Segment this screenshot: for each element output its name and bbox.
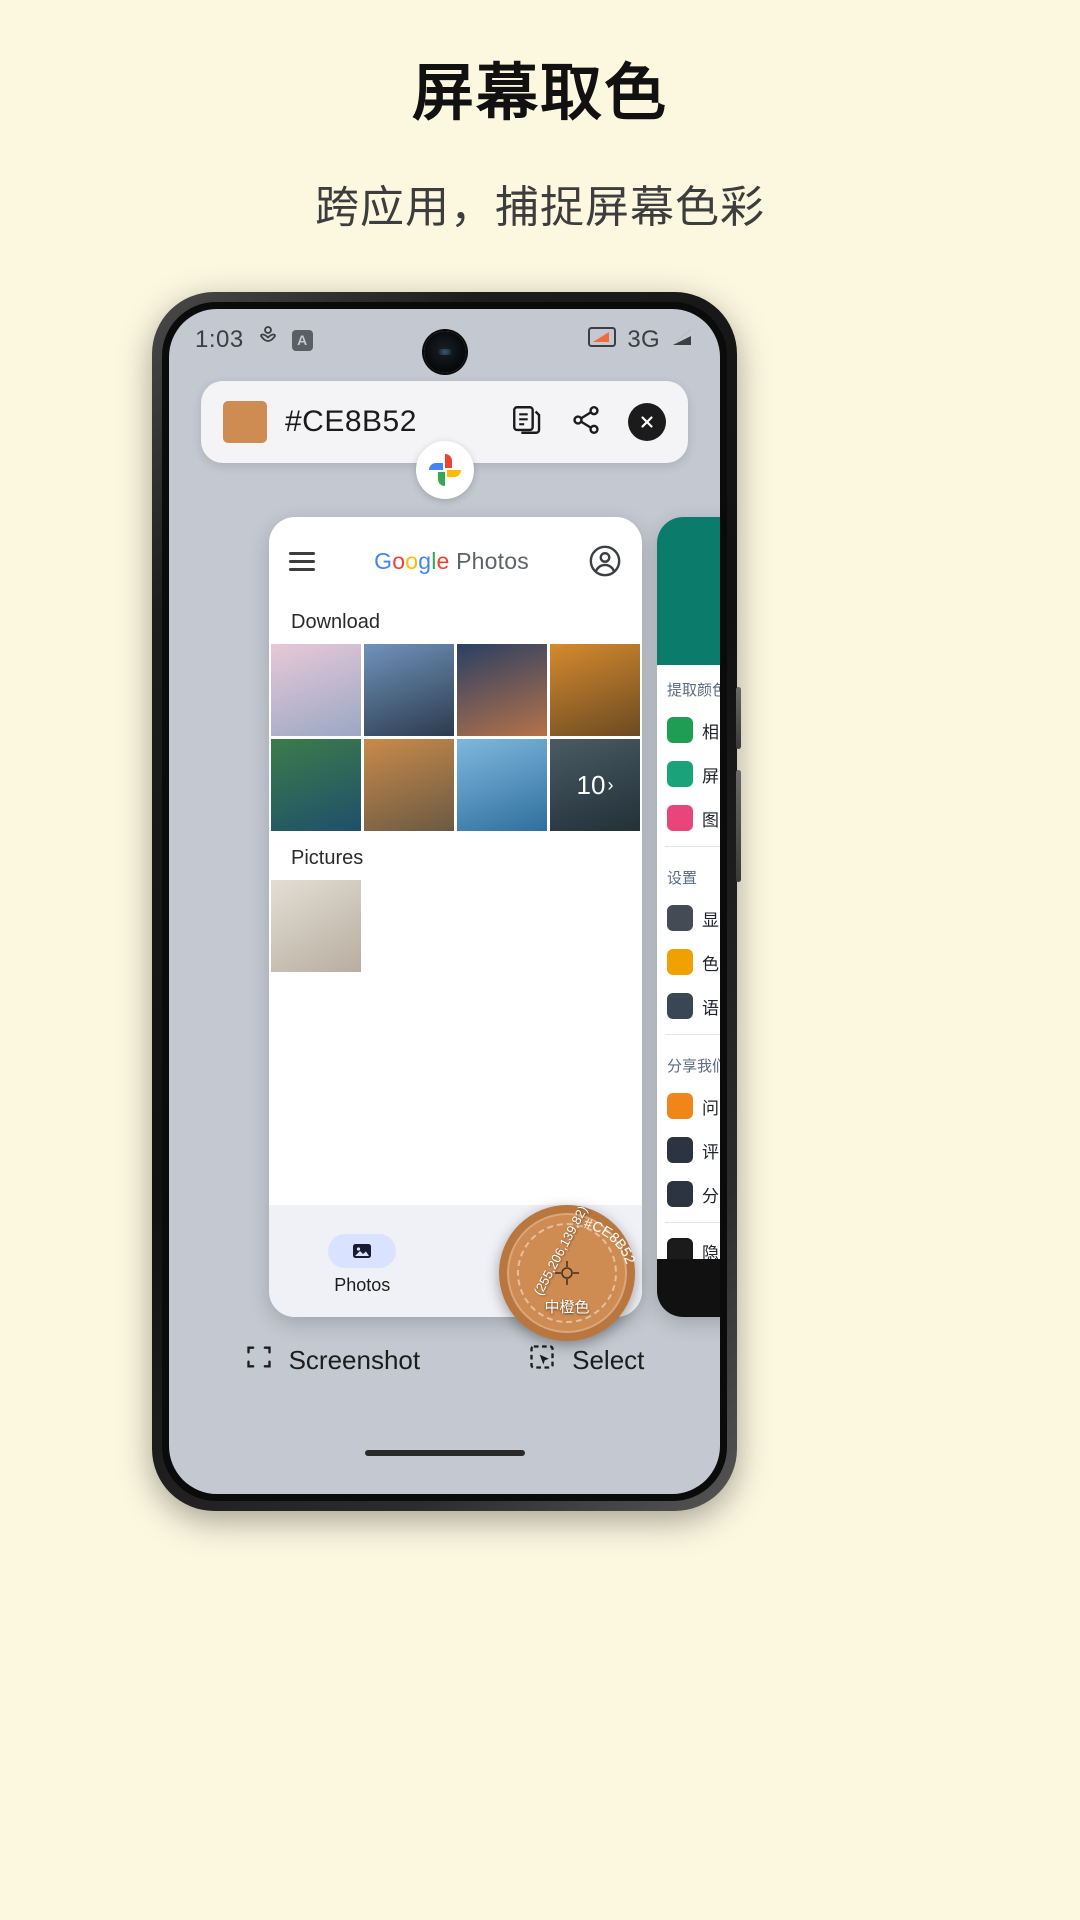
settings-row-label: 分	[702, 1182, 719, 1207]
close-icon[interactable]	[628, 403, 666, 441]
photos-brand-title: Google Photos	[374, 548, 529, 575]
settings-header	[657, 517, 720, 665]
share-icon	[667, 1181, 693, 1207]
screenshot-button[interactable]: Screenshot	[245, 1343, 421, 1378]
image-icon	[667, 805, 693, 831]
settings-row[interactable]: 图	[657, 796, 720, 840]
google-photos-badge[interactable]	[416, 441, 474, 499]
settings-row-label: 评	[702, 1138, 719, 1163]
photo-tile[interactable]	[271, 739, 361, 831]
settings-row[interactable]: 相	[657, 708, 720, 752]
settings-group-label: 设置	[657, 853, 720, 896]
photo-tile[interactable]	[550, 644, 640, 736]
nav-item-photos[interactable]: Photos	[328, 1234, 396, 1296]
screenshot-label: Screenshot	[289, 1345, 421, 1376]
settings-row[interactable]: 显	[657, 896, 720, 940]
recents-card-settings[interactable]: 提取颜色相屏图设置显色语分享我们问评分隐	[657, 517, 720, 1317]
color-picker-loupe[interactable]: #CE8B52 (255,206,139,82) 中橙色	[499, 1205, 635, 1341]
signal-icon	[670, 326, 694, 354]
status-time: 1:03	[195, 326, 244, 354]
a-badge-icon: A	[292, 330, 313, 351]
cast-icon	[587, 325, 617, 355]
settings-row-label: 问	[702, 1094, 719, 1119]
settings-row-label: 屏	[702, 762, 719, 787]
settings-divider	[665, 846, 720, 847]
settings-row[interactable]: 色	[657, 940, 720, 984]
settings-group-label: 提取颜色	[657, 665, 720, 708]
hex-value: #CE8B52	[285, 405, 417, 439]
settings-bottom-bar	[657, 1259, 720, 1317]
screenshot-icon	[245, 1343, 273, 1378]
page-subtitle: 跨应用，捕捉屏幕色彩	[0, 171, 1080, 235]
select-label: Select	[572, 1345, 644, 1376]
moon-icon	[667, 905, 693, 931]
camera-punchhole	[424, 331, 466, 373]
download-photo-grid: 10›	[269, 644, 642, 831]
settings-divider	[665, 1222, 720, 1223]
photo-icon	[328, 1234, 396, 1268]
home-indicator[interactable]	[365, 1450, 525, 1456]
photos-app-bar: Google Photos	[269, 517, 642, 605]
color-swatch	[223, 401, 267, 443]
section-label-download: Download	[269, 605, 642, 644]
picture-tile[interactable]	[271, 880, 361, 972]
language-icon	[667, 993, 693, 1019]
settings-row[interactable]: 语	[657, 984, 720, 1028]
recents-card-google-photos[interactable]: Google Photos Download 10› Pictures	[269, 517, 642, 1317]
settings-row-label: 色	[702, 950, 719, 975]
mail-icon	[667, 1093, 693, 1119]
settings-row[interactable]: 屏	[657, 752, 720, 796]
photo-tile[interactable]: 10›	[550, 739, 640, 831]
pictures-photo-grid	[269, 880, 642, 972]
photo-tile[interactable]	[364, 739, 454, 831]
settings-row[interactable]: 问	[657, 1084, 720, 1128]
page-title: 屏幕取色	[0, 58, 1080, 129]
phone-screen: 1:03 A	[169, 309, 720, 1494]
network-type: 3G	[627, 326, 660, 354]
heart-icon	[258, 326, 278, 354]
palette-icon	[667, 949, 693, 975]
page-header: 屏幕取色 跨应用，捕捉屏幕色彩	[0, 0, 1080, 235]
photo-tile[interactable]	[364, 644, 454, 736]
nav-label-photos: Photos	[334, 1275, 390, 1296]
settings-row[interactable]: 分	[657, 1172, 720, 1216]
crosshair-icon	[554, 1260, 580, 1286]
hamburger-icon[interactable]	[289, 547, 315, 576]
phone-mockup: 1:03 A	[152, 292, 737, 1511]
copy-icon[interactable]	[510, 403, 544, 442]
photo-tile[interactable]	[457, 644, 547, 736]
camera-icon	[667, 717, 693, 743]
loupe-hex-arc: #CE8B52	[583, 1215, 639, 1266]
screen-icon	[667, 761, 693, 787]
star-icon	[667, 1137, 693, 1163]
settings-divider	[665, 1034, 720, 1035]
photo-tile[interactable]	[457, 739, 547, 831]
settings-row-label: 语	[702, 994, 719, 1019]
settings-row-label: 图	[702, 806, 719, 831]
phone-power-button	[736, 687, 741, 749]
settings-row[interactable]: 评	[657, 1128, 720, 1172]
account-circle-icon[interactable]	[588, 544, 622, 578]
more-count-badge[interactable]: 10›	[550, 739, 640, 831]
settings-row-label: 显	[702, 906, 719, 931]
settings-group-label: 分享我们	[657, 1041, 720, 1084]
photo-tile[interactable]	[271, 644, 361, 736]
share-icon[interactable]	[570, 404, 602, 441]
loupe-color-name: 中橙色	[544, 1296, 589, 1317]
settings-row-label: 相	[702, 718, 719, 743]
section-label-pictures: Pictures	[269, 831, 642, 880]
phone-volume-button	[736, 770, 741, 882]
